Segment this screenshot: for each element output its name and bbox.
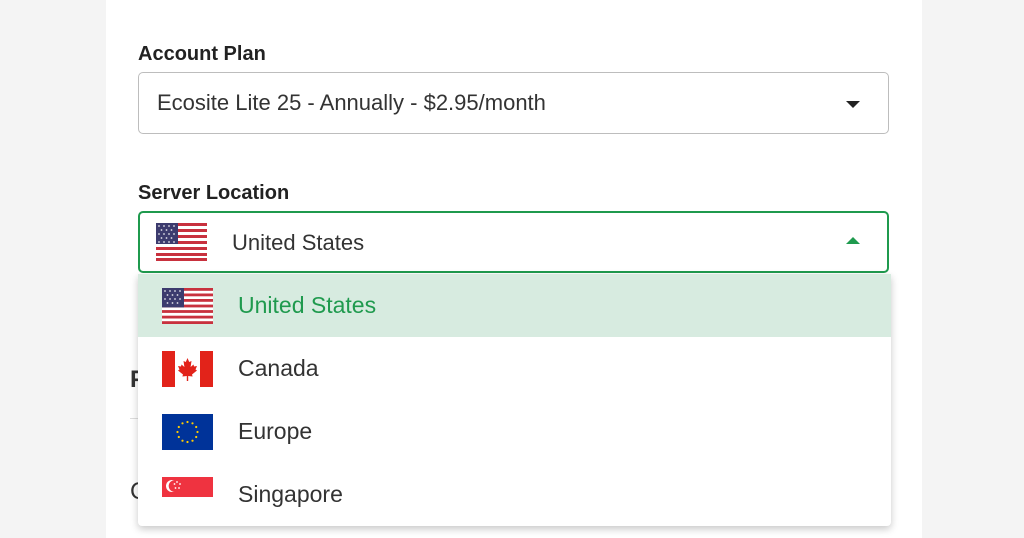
option-canada[interactable]: Canada <box>138 337 891 400</box>
account-plan-label: Account Plan <box>138 43 266 65</box>
chevron-up-icon <box>846 237 860 244</box>
option-label: Canada <box>238 355 319 381</box>
server-location-select[interactable]: United States <box>138 211 889 273</box>
option-europe[interactable]: Europe <box>138 400 891 463</box>
account-plan-value: Ecosite Lite 25 - Annually - $2.95/month <box>157 90 546 115</box>
option-united-states[interactable]: United States <box>138 274 891 337</box>
us-flag-icon <box>162 288 213 324</box>
eu-flag-icon <box>162 414 213 450</box>
server-location-dropdown: United States Canada Europe Singapore <box>138 274 891 526</box>
option-singapore[interactable]: Singapore <box>138 463 891 526</box>
server-location-value: United States <box>232 230 365 255</box>
server-location-label: Server Location <box>138 182 290 204</box>
singapore-flag-icon <box>162 477 213 497</box>
chevron-down-icon <box>846 101 860 108</box>
option-label: United States <box>238 292 377 318</box>
us-flag-icon <box>156 223 207 261</box>
option-label: Singapore <box>238 481 343 507</box>
canada-flag-icon <box>162 351 213 387</box>
account-plan-select[interactable]: Ecosite Lite 25 - Annually - $2.95/month <box>138 72 889 134</box>
option-label: Europe <box>238 418 313 444</box>
